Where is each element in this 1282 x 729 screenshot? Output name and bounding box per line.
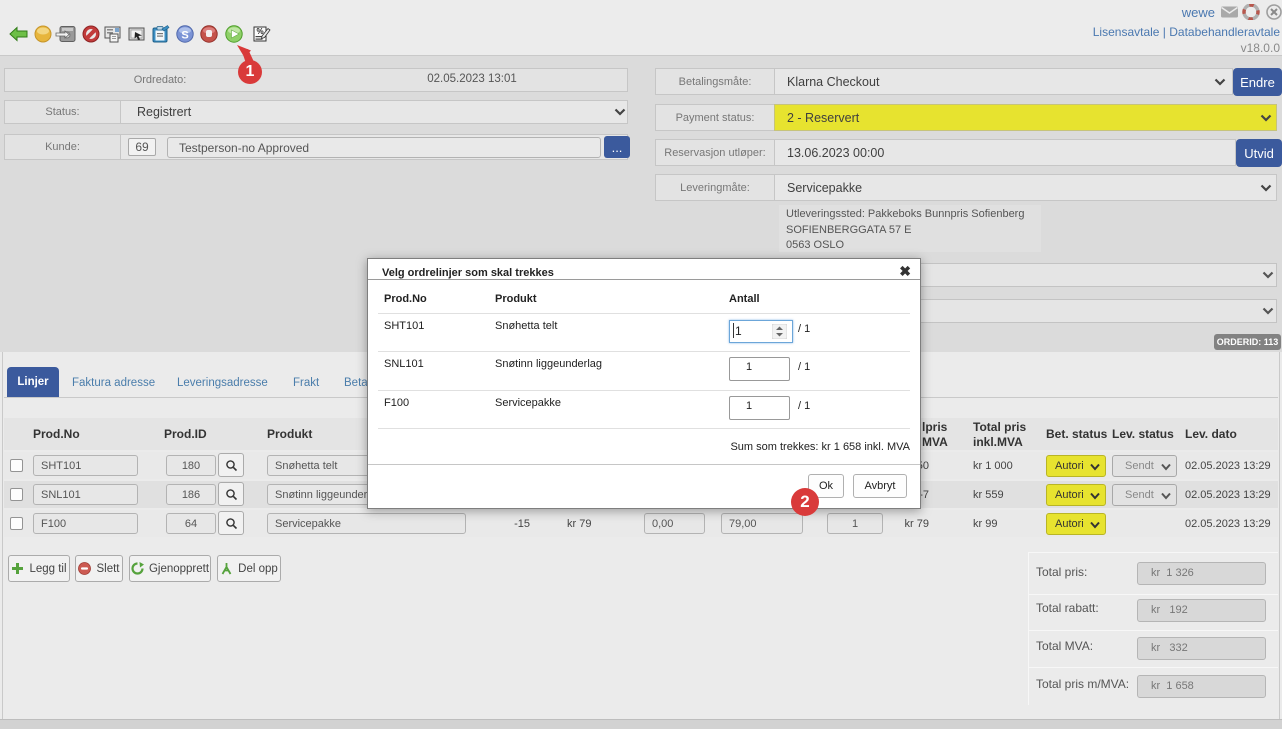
svg-text:%: % <box>256 27 263 36</box>
svg-text:S: S <box>181 30 188 42</box>
